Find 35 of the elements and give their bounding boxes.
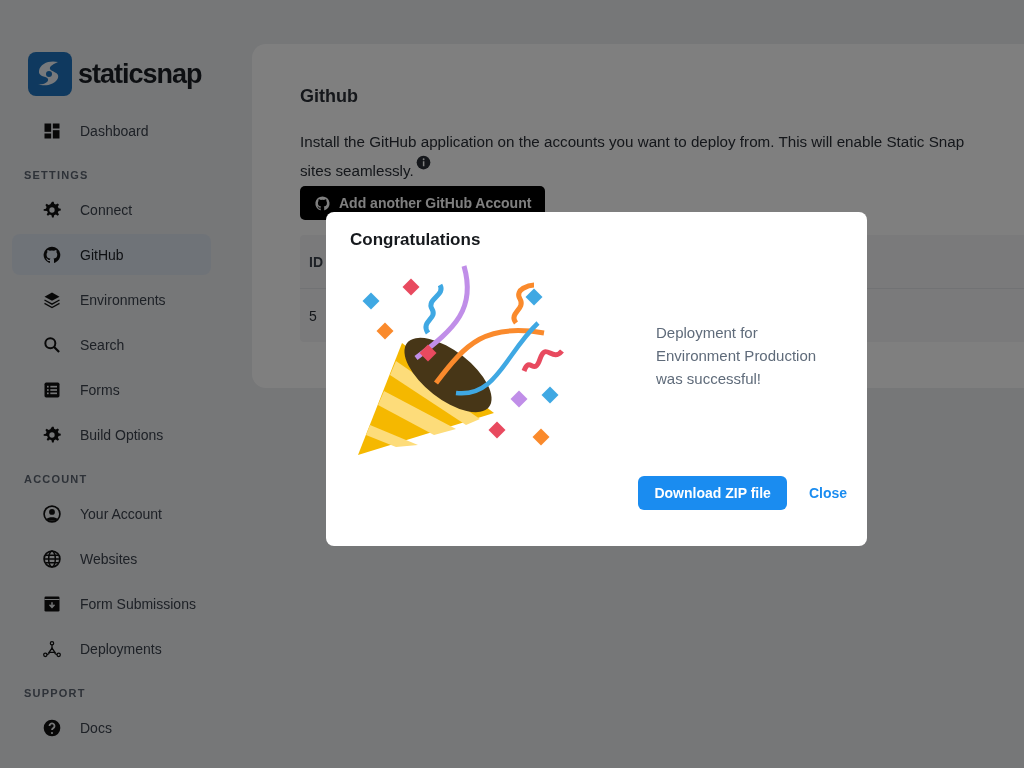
- search-icon: [42, 334, 62, 355]
- sidebar-item[interactable]: Environments: [12, 279, 211, 320]
- sidebar-item[interactable]: Forms: [12, 369, 211, 410]
- section-heading: ACCOUNT: [24, 473, 89, 485]
- description: Install the GitHub application on the accounts you want to deploy from. This will enable Static Snap sites seamlessly.: [300, 132, 966, 181]
- account-icon: [42, 503, 62, 524]
- section-heading: SUPPORT: [24, 687, 87, 699]
- sidebar-item[interactable]: Deployments: [12, 628, 211, 669]
- sidebar-item[interactable]: Dashboard: [12, 110, 211, 151]
- info-icon: [415, 155, 431, 170]
- table-cell: 5: [309, 307, 317, 324]
- sidebar-item[interactable]: Connect: [12, 189, 211, 230]
- sidebar-item[interactable]: Docs: [12, 707, 211, 748]
- logo-text: staticsnap: [78, 58, 202, 90]
- section-heading: SETTINGS: [24, 169, 90, 181]
- logo-icon: [28, 52, 72, 96]
- gear-icon: [42, 199, 62, 220]
- column-header: ID: [309, 253, 323, 270]
- globe-icon: [42, 548, 62, 569]
- help-icon: [42, 717, 62, 738]
- sidebar-item[interactable]: Search: [12, 324, 211, 365]
- sidebar-item[interactable]: GitHub: [12, 234, 211, 275]
- close-button[interactable]: Close: [808, 485, 847, 501]
- network-icon: [42, 638, 62, 659]
- gear-icon: [42, 424, 62, 445]
- dialog-message: Deployment for Environment Production was successful!: [656, 322, 818, 389]
- dialog-title: Congratulations: [350, 230, 482, 250]
- sidebar-item[interactable]: Websites: [12, 538, 211, 579]
- sidebar-item[interactable]: Your Account: [12, 493, 211, 534]
- page-title: Github: [300, 86, 359, 107]
- sidebar-item[interactable]: Form Submissions: [12, 583, 211, 624]
- github-icon: [314, 194, 331, 212]
- github-icon: [42, 244, 62, 265]
- sidebar-item[interactable]: Build Options: [12, 414, 211, 455]
- download-button[interactable]: Download ZIP file: [638, 476, 787, 510]
